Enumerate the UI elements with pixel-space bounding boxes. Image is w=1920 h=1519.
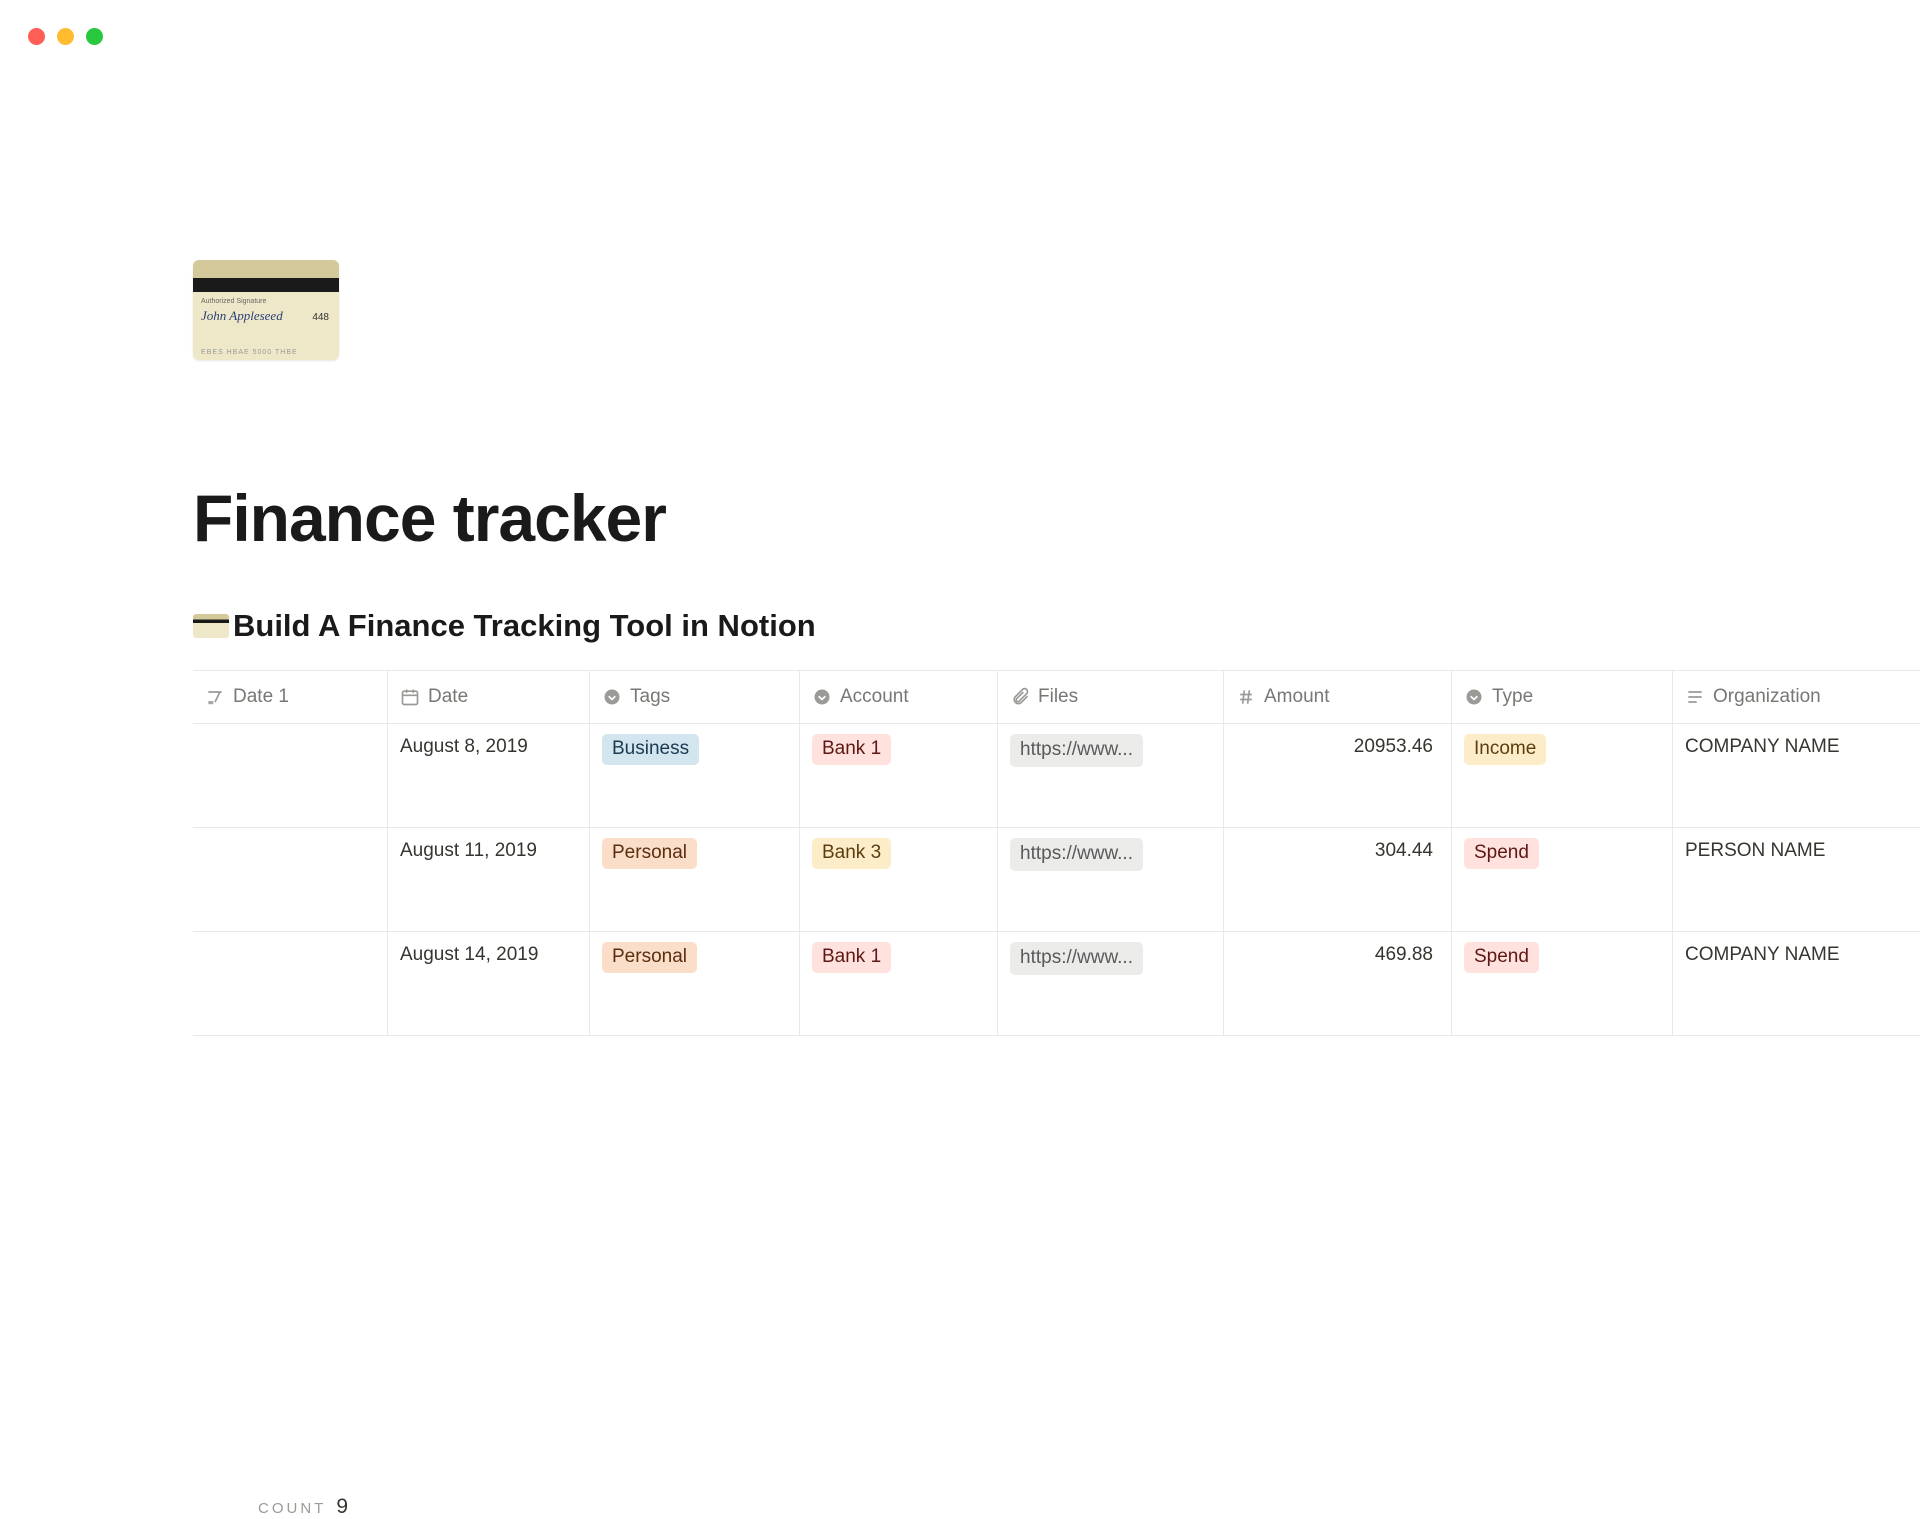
icon-sig-label: Authorized Signature xyxy=(201,298,266,305)
cell-organization[interactable]: COMPANY NAME xyxy=(1673,724,1920,827)
cell-date[interactable]: August 11, 2019 xyxy=(388,828,590,931)
cell-type[interactable]: Spend xyxy=(1452,932,1673,1035)
tag-chip: Business xyxy=(602,734,699,765)
cell-files[interactable]: https://www... xyxy=(998,828,1224,931)
cell-account[interactable]: Bank 3 xyxy=(800,828,998,931)
cell-date[interactable]: August 8, 2019 xyxy=(388,724,590,827)
column-header-files[interactable]: Files xyxy=(998,671,1224,723)
cell-date[interactable]: August 14, 2019 xyxy=(388,932,590,1035)
count-label: COUNT xyxy=(258,1500,326,1517)
page-icon-credit-card[interactable]: Authorized Signature John Appleseed 448 … xyxy=(193,260,339,360)
cell-type[interactable]: Spend xyxy=(1452,828,1673,931)
column-label: Organization xyxy=(1713,686,1821,708)
table-row[interactable]: August 11, 2019 Personal Bank 3 https://… xyxy=(193,828,1920,932)
column-header-organization[interactable]: Organization xyxy=(1673,671,1920,723)
subtitle-text: Build A Finance Tracking Tool in Notion xyxy=(233,608,816,644)
window-controls xyxy=(28,28,103,45)
cell-amount[interactable]: 469.88 xyxy=(1224,932,1452,1035)
account-chip: Bank 3 xyxy=(812,838,891,869)
select-icon xyxy=(812,687,832,707)
tag-chip: Personal xyxy=(602,942,697,973)
cell-tags[interactable]: Business xyxy=(590,724,800,827)
title-icon xyxy=(205,687,225,707)
icon-bottom-text: EBES HBAE 5000 THBE xyxy=(201,349,298,356)
column-label: Tags xyxy=(630,686,670,708)
select-icon xyxy=(602,687,622,707)
icon-number: 448 xyxy=(312,312,329,323)
attachment-icon xyxy=(1010,687,1030,707)
column-header-account[interactable]: Account xyxy=(800,671,998,723)
minimize-window-button[interactable] xyxy=(57,28,74,45)
column-header-date[interactable]: Date xyxy=(388,671,590,723)
page-title[interactable]: Finance tracker xyxy=(193,480,666,556)
type-chip: Spend xyxy=(1464,838,1539,869)
subtitle-row[interactable]: Build A Finance Tracking Tool in Notion xyxy=(193,608,816,644)
column-header-tags[interactable]: Tags xyxy=(590,671,800,723)
cell-files[interactable]: https://www... xyxy=(998,932,1224,1035)
calendar-icon xyxy=(400,687,420,707)
tag-chip: Personal xyxy=(602,838,697,869)
table-footer-count[interactable]: COUNT 9 xyxy=(258,1495,348,1519)
count-value: 9 xyxy=(336,1495,348,1519)
cell-account[interactable]: Bank 1 xyxy=(800,932,998,1035)
database-table: Date 1 Date Tags Account xyxy=(193,670,1920,1036)
cell-account[interactable]: Bank 1 xyxy=(800,724,998,827)
file-link-chip[interactable]: https://www... xyxy=(1010,838,1143,871)
credit-card-icon xyxy=(193,614,229,638)
column-label: Type xyxy=(1492,686,1533,708)
cell-organization[interactable]: PERSON NAME xyxy=(1673,828,1920,931)
column-label: Files xyxy=(1038,686,1078,708)
cell-amount[interactable]: 304.44 xyxy=(1224,828,1452,931)
select-icon xyxy=(1464,687,1484,707)
column-label: Date xyxy=(428,686,468,708)
maximize-window-button[interactable] xyxy=(86,28,103,45)
cell-tags[interactable]: Personal xyxy=(590,932,800,1035)
account-chip: Bank 1 xyxy=(812,734,891,765)
column-label: Amount xyxy=(1264,686,1329,708)
cell-amount[interactable]: 20953.46 xyxy=(1224,724,1452,827)
cell-date1[interactable] xyxy=(193,724,388,827)
close-window-button[interactable] xyxy=(28,28,45,45)
column-label: Date 1 xyxy=(233,686,289,708)
cell-date1[interactable] xyxy=(193,828,388,931)
cell-organization[interactable]: COMPANY NAME xyxy=(1673,932,1920,1035)
cell-type[interactable]: Income xyxy=(1452,724,1673,827)
text-icon xyxy=(1685,687,1705,707)
file-link-chip[interactable]: https://www... xyxy=(1010,734,1143,767)
type-chip: Spend xyxy=(1464,942,1539,973)
column-header-type[interactable]: Type xyxy=(1452,671,1673,723)
table-header-row: Date 1 Date Tags Account xyxy=(193,670,1920,724)
account-chip: Bank 1 xyxy=(812,942,891,973)
file-link-chip[interactable]: https://www... xyxy=(1010,942,1143,975)
table-row[interactable]: August 14, 2019 Personal Bank 1 https://… xyxy=(193,932,1920,1036)
table-row[interactable]: August 8, 2019 Business Bank 1 https://w… xyxy=(193,724,1920,828)
cell-files[interactable]: https://www... xyxy=(998,724,1224,827)
column-header-date1[interactable]: Date 1 xyxy=(193,671,388,723)
cell-date1[interactable] xyxy=(193,932,388,1035)
cell-tags[interactable]: Personal xyxy=(590,828,800,931)
icon-signature: John Appleseed xyxy=(201,308,283,324)
type-chip: Income xyxy=(1464,734,1546,765)
column-label: Account xyxy=(840,686,909,708)
number-icon xyxy=(1236,687,1256,707)
column-header-amount[interactable]: Amount xyxy=(1224,671,1452,723)
